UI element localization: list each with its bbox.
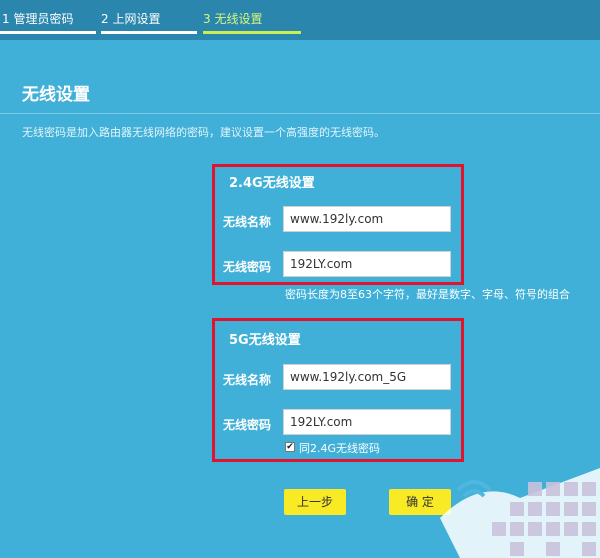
step-admin-password-underline xyxy=(0,31,96,34)
prev-button[interactable]: 上一步 xyxy=(284,489,346,515)
step-internet-settings: 2 上网设置 xyxy=(101,12,161,26)
band24-title: 2.4G无线设置 xyxy=(229,176,315,191)
same-password-checkbox[interactable]: ✔ xyxy=(285,442,295,452)
band24-password-label: 无线密码 xyxy=(223,260,272,274)
band5-password-input[interactable] xyxy=(283,409,451,435)
check-icon: ✔ xyxy=(286,442,294,452)
band5-password-label: 无线密码 xyxy=(223,418,272,432)
band5-title: 5G无线设置 xyxy=(229,333,301,348)
watermark-logo-icon xyxy=(440,468,600,558)
band24-name-input[interactable] xyxy=(283,206,451,232)
band24-name-label: 无线名称 xyxy=(223,215,272,229)
step-bar: 1 管理员密码 2 上网设置 3 无线设置 xyxy=(0,0,600,40)
password-hint: 密码长度为8至63个字符，最好是数字、字母、符号的组合 xyxy=(285,288,570,301)
step-wireless-settings: 3 无线设置 xyxy=(203,12,263,26)
same-password-label: 同2.4G无线密码 xyxy=(299,442,381,455)
title-divider xyxy=(0,113,600,114)
step-wireless-settings-underline xyxy=(203,31,301,34)
band5-name-input[interactable] xyxy=(283,364,451,390)
page-description: 无线密码是加入路由器无线网络的密码，建议设置一个高强度的无线密码。 xyxy=(22,126,385,139)
step-admin-password: 1 管理员密码 xyxy=(2,12,74,26)
band24-password-input[interactable] xyxy=(283,251,451,277)
step-internet-settings-underline xyxy=(101,31,197,34)
band5-name-label: 无线名称 xyxy=(223,373,272,387)
page-title: 无线设置 xyxy=(22,85,90,105)
